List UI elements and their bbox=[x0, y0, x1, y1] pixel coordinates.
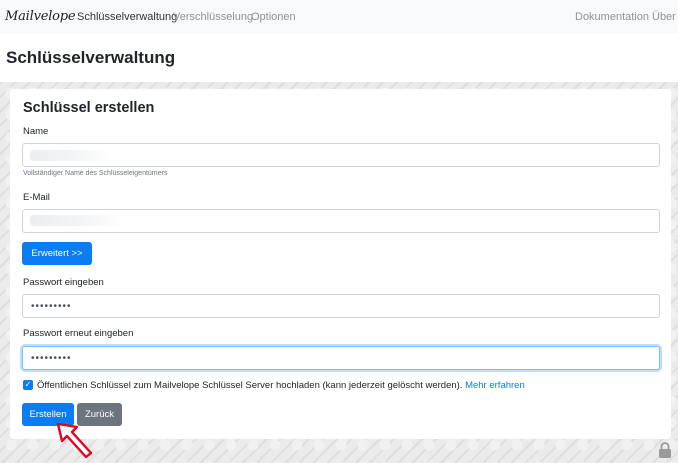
password-confirm-input[interactable] bbox=[22, 346, 660, 370]
nav-item-options[interactable]: Optionen bbox=[251, 11, 296, 23]
password-confirm-label: Passwort erneut eingeben bbox=[23, 328, 134, 339]
card-title: Schlüssel erstellen bbox=[23, 100, 155, 116]
email-label: E-Mail bbox=[23, 192, 50, 203]
top-navbar: Mailvelope Schlüsselverwaltung Verschlüs… bbox=[0, 0, 678, 34]
nav-item-encryption[interactable]: Verschlüsselung bbox=[173, 11, 253, 23]
email-redacted-value bbox=[30, 215, 124, 226]
arrow-icon bbox=[56, 422, 93, 459]
password-label: Passwort eingeben bbox=[23, 277, 104, 288]
password-input[interactable] bbox=[22, 294, 660, 318]
brand-logo[interactable]: Mailvelope bbox=[5, 9, 76, 24]
page-title: Schlüsselverwaltung bbox=[6, 48, 176, 67]
name-help-text: Vollständiger Name des Schlüsseleigentüm… bbox=[23, 170, 168, 177]
upload-option: Öffentlichen Schlüssel zum Mailvelope Sc… bbox=[37, 380, 525, 391]
upload-checkbox[interactable]: ✓ bbox=[23, 380, 33, 390]
name-redacted-value bbox=[30, 150, 110, 161]
name-input[interactable] bbox=[22, 143, 660, 167]
nav-item-documentation[interactable]: Dokumentation bbox=[575, 11, 649, 23]
upload-option-label: Öffentlichen Schlüssel zum Mailvelope Sc… bbox=[37, 380, 463, 391]
advanced-button[interactable]: Erweitert >> bbox=[22, 242, 92, 265]
nav-item-key-management[interactable]: Schlüsselverwaltung bbox=[77, 11, 177, 23]
name-label: Name bbox=[23, 126, 49, 137]
checkmark-icon: ✓ bbox=[24, 380, 32, 389]
learn-more-link[interactable]: Mehr erfahren bbox=[465, 380, 525, 391]
lock-icon bbox=[659, 442, 671, 458]
nav-item-about[interactable]: Über bbox=[652, 11, 676, 23]
